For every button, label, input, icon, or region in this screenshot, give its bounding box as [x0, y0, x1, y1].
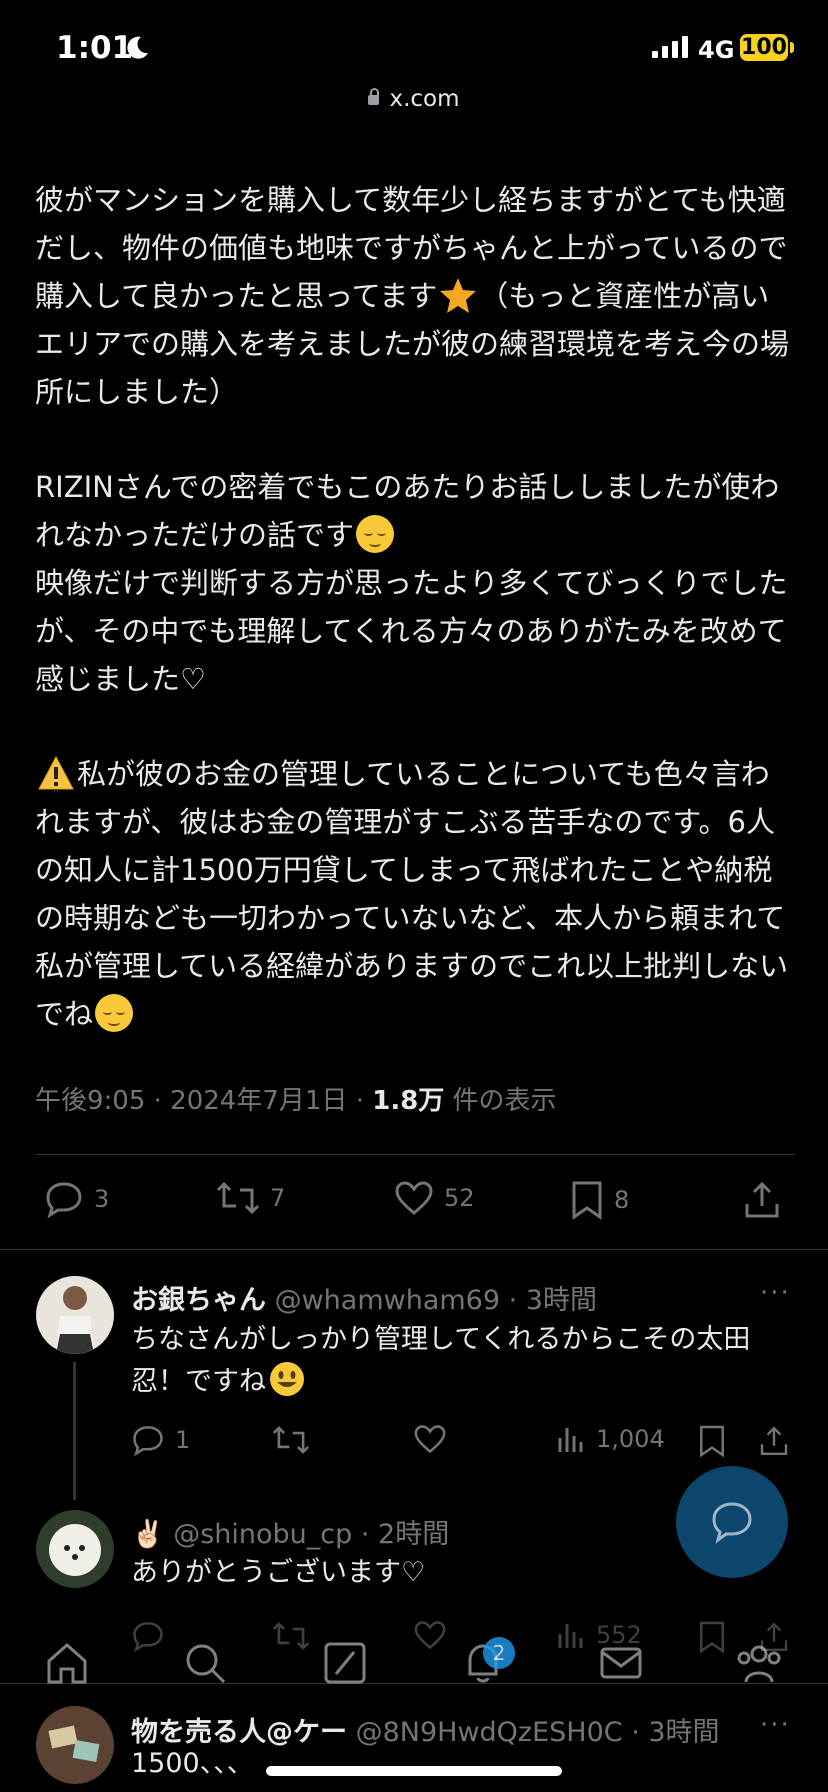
notification-badge: 2	[483, 1637, 515, 1669]
reply-icon	[133, 1426, 163, 1456]
post-paragraph-1: 彼がマンションを購入して数年少し経ちますがとても快適だし、物件の価値も地味ですが…	[35, 176, 795, 416]
reply-text: ちなさんがしっかり管理してくれるからこその太田忍！ですね	[131, 1320, 791, 1402]
moon-icon	[127, 36, 148, 59]
post-body: 彼がマンションを購入して数年少し経ちますがとても快適だし、物件の価値も地味ですが…	[35, 176, 795, 1038]
smiley-icon	[270, 1362, 304, 1396]
signal-icon	[652, 36, 688, 58]
address-bar[interactable]: x.com	[0, 86, 828, 112]
post-text-2: RIZINさんでの密着でもこのあたりお話ししましたが使われなかっただけの話です	[35, 470, 780, 552]
avatar-image	[36, 1510, 114, 1588]
reply-count: 1	[175, 1426, 191, 1454]
like-count: 52	[444, 1184, 475, 1212]
bottom-tab-bar	[0, 1640, 828, 1700]
share-icon	[745, 1181, 779, 1218]
bookmark-icon	[572, 1181, 602, 1220]
like-button[interactable]	[413, 1424, 457, 1454]
url-text: x.com	[389, 86, 460, 112]
compose-icon	[712, 1502, 752, 1544]
reply-handle[interactable]: @shinobu_cp · 2時間	[173, 1519, 449, 1550]
view-label: 件の表示	[444, 1086, 557, 1116]
network-type: 4G	[698, 36, 735, 64]
repost-button[interactable]	[272, 1424, 320, 1456]
post-timestamp[interactable]: 午後9:05 · 2024年7月1日 ·	[35, 1086, 372, 1116]
divider	[0, 1249, 828, 1250]
views-count: 1,004	[596, 1425, 665, 1453]
reply-handle[interactable]: @whamwham69 · 3時間	[275, 1285, 597, 1316]
battery-indicator: 100	[740, 34, 788, 61]
post-actions: 3 7 52 8	[0, 1180, 828, 1230]
post-paragraph-4: 私が彼のお金の管理していることについても色々言われますが、彼はお金の管理がすこぶ…	[35, 750, 795, 1038]
status-bar: 1:01 4G 100	[0, 0, 828, 100]
bookmark-icon	[700, 1425, 724, 1458]
reply-button[interactable]: 3	[44, 1180, 109, 1218]
search-icon[interactable]	[182, 1640, 228, 1686]
mail-icon[interactable]	[598, 1640, 644, 1686]
repost-count: 7	[270, 1184, 286, 1212]
avatar[interactable]	[36, 1706, 114, 1784]
post-paragraph-3: 映像だけで判断する方が思ったより多くてびっくりでしたが、その中でも理解してくれる…	[35, 566, 788, 696]
thread-line	[73, 1362, 76, 1500]
reply-text-body: ちなさんがしっかり管理してくれるからこその太田忍！ですね	[131, 1324, 751, 1397]
view-count: 1.8万	[372, 1086, 445, 1116]
reply-text: 1500、、、	[131, 1748, 254, 1779]
communities-icon[interactable]	[734, 1640, 784, 1686]
battery-tip	[790, 42, 794, 53]
reply-header: ✌🏻 @shinobu_cp · 2時間	[131, 1512, 449, 1551]
relieved-face-icon	[356, 515, 395, 553]
more-options-button[interactable]: ···	[760, 1278, 791, 1308]
views-icon	[558, 1428, 583, 1452]
like-icon	[414, 1425, 446, 1454]
reply-actions: 1 1,004	[0, 1424, 828, 1464]
views-button[interactable]: 1,004	[556, 1424, 665, 1454]
lock-icon	[368, 88, 380, 105]
like-button[interactable]: 52	[394, 1180, 475, 1216]
post-meta: 午後9:05 · 2024年7月1日 · 1.8万 件の表示	[35, 1080, 557, 1117]
repost-icon	[216, 1181, 260, 1215]
bookmark-count: 8	[614, 1186, 630, 1214]
star-icon	[440, 278, 477, 313]
repost-icon	[272, 1426, 310, 1454]
reply-author-name[interactable]: お銀ちゃん	[131, 1285, 266, 1316]
avatar-image	[36, 1706, 114, 1784]
share-button[interactable]	[758, 1424, 800, 1458]
more-options-button[interactable]: ···	[760, 1710, 791, 1740]
reply-author-name[interactable]: ✌🏻	[131, 1519, 165, 1550]
warning-icon	[38, 755, 74, 790]
home-icon[interactable]	[44, 1640, 90, 1686]
grok-icon[interactable]	[322, 1640, 368, 1686]
post-text-4: 私が彼のお金の管理していることについても色々言われますが、彼はお金の管理がすこぶ…	[35, 757, 789, 1031]
reply-header: お銀ちゃん @whamwham69 · 3時間	[131, 1278, 597, 1317]
home-indicator	[266, 1766, 562, 1776]
divider	[35, 1154, 795, 1155]
avatar-image	[36, 1276, 114, 1354]
avatar[interactable]	[36, 1276, 114, 1354]
reply-count: 3	[94, 1185, 110, 1213]
share-button[interactable]	[742, 1180, 792, 1220]
avatar[interactable]	[36, 1510, 114, 1588]
like-icon	[395, 1181, 433, 1215]
relieved-face-icon	[95, 994, 134, 1032]
bookmark-button[interactable]: 8	[570, 1180, 629, 1220]
reply-button[interactable]: 1	[131, 1424, 190, 1456]
share-icon	[760, 1426, 788, 1455]
post-paragraph-2: RIZINさんでの密着でもこのあたりお話ししましたが使われなかっただけの話です	[35, 463, 795, 559]
repost-button[interactable]: 7	[216, 1180, 285, 1216]
reply-icon	[46, 1182, 82, 1218]
bookmark-button[interactable]	[698, 1424, 736, 1458]
status-time: 1:01	[56, 30, 134, 66]
